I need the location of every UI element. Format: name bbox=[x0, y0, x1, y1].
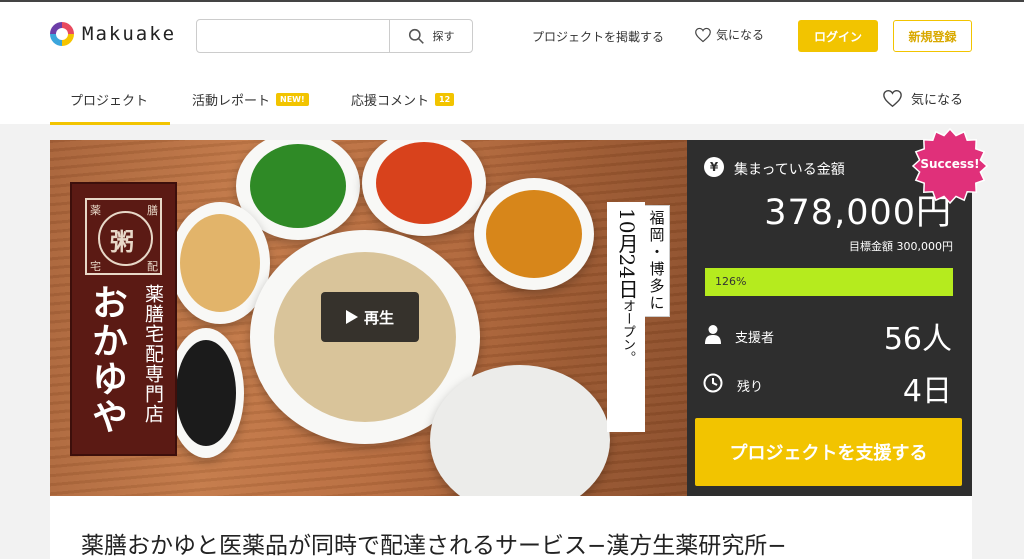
active-tab-indicator bbox=[50, 122, 170, 125]
new-badge: NEW! bbox=[276, 93, 309, 106]
project-title-card: 薬膳おかゆと医薬品が同時で配達されるサービス−漢方生薬研究所− bbox=[50, 496, 972, 559]
tab-support-comments-label: 応援コメント bbox=[351, 94, 430, 109]
comment-count-badge: 12 bbox=[435, 93, 455, 106]
progress-percent: 126% bbox=[715, 275, 747, 288]
logo-text: Makuake bbox=[82, 23, 177, 45]
shop-seal-logo: 薬 膳 宅 配 粥 bbox=[85, 198, 162, 275]
tab-support-comments[interactable]: 応援コメント 12 bbox=[351, 90, 455, 109]
search-icon bbox=[408, 28, 424, 44]
play-icon bbox=[345, 310, 358, 324]
heart-icon bbox=[883, 90, 902, 108]
search-box: 探す bbox=[196, 19, 473, 53]
tab-activity-report[interactable]: 活動レポート NEW! bbox=[192, 90, 309, 109]
signup-button[interactable]: 新規登録 bbox=[893, 20, 972, 52]
heart-icon bbox=[695, 27, 711, 42]
supporters-count: 56人 bbox=[883, 322, 952, 357]
search-button[interactable]: 探す bbox=[390, 20, 472, 52]
orange-sauce-bowl bbox=[474, 178, 594, 290]
opening-date-banner: 10月24日オープン。 bbox=[607, 202, 645, 432]
play-button-label: 再生 bbox=[363, 308, 394, 327]
support-project-button[interactable]: プロジェクトを支援する bbox=[695, 418, 962, 486]
shop-sign: 薬 膳 宅 配 粥 おかゆや 薬膳宅配専門店 bbox=[70, 182, 177, 456]
success-badge: Success! bbox=[911, 127, 989, 205]
post-project-link[interactable]: プロジェクトを掲載する bbox=[532, 28, 664, 45]
login-button[interactable]: ログイン bbox=[798, 20, 878, 52]
header-favorites-label: 気になる bbox=[716, 28, 765, 42]
header-favorites-link[interactable]: 気になる bbox=[694, 26, 764, 43]
project-title: 薬膳おかゆと医薬品が同時で配達されるサービス−漢方生薬研究所− bbox=[81, 533, 787, 559]
yen-icon: ¥ bbox=[704, 157, 724, 177]
site-header: Makuake 探す プロジェクトを掲載する 気になる ログイン 新規登録 プロ… bbox=[0, 0, 1024, 125]
dark-sauce-bowl bbox=[168, 328, 244, 458]
search-input[interactable] bbox=[197, 20, 390, 52]
logo-mark-icon bbox=[50, 22, 74, 46]
raised-label: 集まっている金額 bbox=[734, 162, 845, 178]
project-favorite-label: 気になる bbox=[911, 93, 964, 108]
search-button-label: 探す bbox=[432, 30, 455, 43]
shop-subtitle: 薬膳宅配専門店 bbox=[142, 284, 164, 424]
tab-project[interactable]: プロジェクト bbox=[70, 90, 148, 109]
opening-date: 10月24日 bbox=[615, 208, 639, 299]
tab-project-label: プロジェクト bbox=[70, 94, 149, 109]
project-favorite-button[interactable]: 気になる bbox=[882, 89, 963, 108]
funding-progress-bar: 126% bbox=[705, 268, 953, 296]
remaining-days: 4日 bbox=[902, 374, 952, 409]
shop-name: おかゆや bbox=[86, 284, 127, 436]
makuake-logo[interactable]: Makuake bbox=[50, 22, 176, 46]
location-banner: 福岡・博多に bbox=[644, 205, 670, 317]
tab-activity-report-label: 活動レポート bbox=[192, 94, 271, 109]
project-hero-video[interactable]: 薬 膳 宅 配 粥 おかゆや 薬膳宅配専門店 福岡・博多に 10月24日オープン… bbox=[50, 140, 687, 496]
success-badge-label: Success! bbox=[920, 157, 980, 171]
play-button[interactable]: 再生 bbox=[321, 292, 419, 342]
opening-label: オープン。 bbox=[620, 298, 635, 364]
goal-amount: 目標金額 300,000円 bbox=[849, 240, 953, 253]
